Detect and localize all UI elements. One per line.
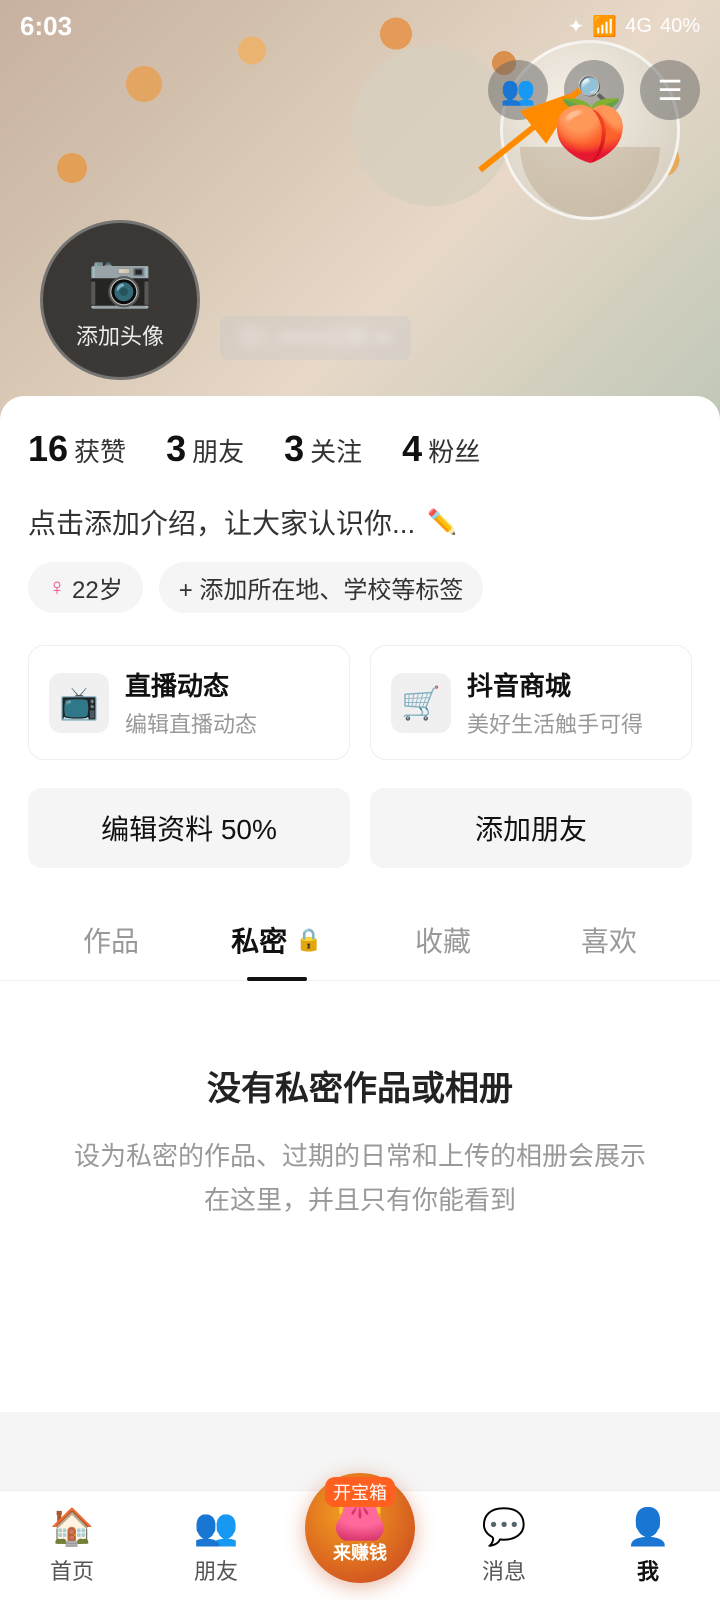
feature-live[interactable]: 📺 直播动态 编辑直播动态 — [28, 645, 350, 760]
followers-label: 粉丝 — [428, 432, 480, 469]
shop-sub: 美好生活触手可得 — [467, 707, 643, 739]
stat-friends[interactable]: 3 朋友 — [166, 428, 244, 470]
avatar-circle[interactable]: 📷 添加头像 — [40, 220, 200, 380]
status-icons: ✦ 📶 4G 40% — [568, 14, 700, 39]
empty-desc: 设为私密的作品、过期的日常和上传的相册会展示在这里，并且只有你能看到 — [68, 1134, 652, 1222]
stat-following[interactable]: 3 关注 — [284, 428, 362, 470]
profile-banner: 🍑 👥 🔍 ☰ 📷 添加头像 ID: ••••••336 •• — [0, 0, 720, 420]
empty-state: 没有私密作品或相册 设为私密的作品、过期的日常和上传的相册会展示在这里，并且只有… — [28, 981, 692, 1282]
username-blur: ID: ••••••336 •• — [240, 324, 391, 351]
features-row: 📺 直播动态 编辑直播动态 🛒 抖音商城 美好生活触手可得 — [28, 645, 692, 760]
friends-count: 3 — [166, 428, 186, 470]
status-time: 6:03 — [20, 11, 72, 42]
live-sub: 编辑直播动态 — [125, 707, 257, 739]
status-bar: 6:03 ✦ 📶 4G 40% — [0, 0, 720, 52]
tab-collections[interactable]: 收藏 — [360, 900, 526, 980]
add-avatar-label: 添加头像 — [76, 319, 164, 351]
tabs-row: 作品 私密 🔒 收藏 喜欢 — [0, 900, 720, 981]
signal-icon: 4G — [625, 15, 652, 38]
tab-private[interactable]: 私密 🔒 — [194, 900, 360, 980]
tags-row: ♀ 22岁 + 添加所在地、学校等标签 — [28, 562, 692, 613]
gender-icon: ♀ — [48, 574, 66, 602]
bottom-nav: 🏠 首页 👥 朋友 开宝箱 👛 来赚钱 💬 消息 👤 我 — [0, 1490, 720, 1600]
followers-count: 4 — [402, 428, 422, 470]
bio-text: 点击添加介绍，让大家认识你... — [28, 502, 415, 542]
age-label: 22岁 — [72, 570, 123, 605]
live-icon: 📺 — [49, 673, 109, 733]
me-icon: 👤 — [626, 1506, 671, 1548]
bluetooth-icon: ✦ — [568, 14, 585, 39]
wifi-icon: 📶 — [592, 14, 617, 39]
stat-followers[interactable]: 4 粉丝 — [402, 428, 480, 470]
following-label: 关注 — [310, 432, 362, 469]
tab-works-label: 作品 — [83, 920, 139, 960]
nav-home-label: 首页 — [50, 1554, 94, 1586]
stat-likes[interactable]: 16 获赞 — [28, 428, 126, 470]
following-count: 3 — [284, 428, 304, 470]
add-tag-btn[interactable]: + 添加所在地、学校等标签 — [159, 562, 484, 613]
nav-me[interactable]: 👤 我 — [576, 1506, 720, 1586]
shop-icon: 🛒 — [391, 673, 451, 733]
likes-count: 16 — [28, 428, 68, 470]
nav-friends-label: 朋友 — [194, 1554, 238, 1586]
friends-label: 朋友 — [192, 432, 244, 469]
open-box-label: 开宝箱 — [325, 1477, 395, 1507]
tab-private-label: 私密 — [231, 920, 287, 960]
nav-messages[interactable]: 💬 消息 — [432, 1506, 576, 1586]
nav-messages-label: 消息 — [482, 1554, 526, 1586]
lock-icon: 🔒 — [295, 927, 322, 953]
gender-age-tag: ♀ 22岁 — [28, 562, 143, 613]
bio-row[interactable]: 点击添加介绍，让大家认识你... ✏️ — [28, 502, 692, 542]
camera-icon: 📷 — [88, 250, 153, 311]
messages-icon: 💬 — [482, 1506, 527, 1548]
shop-title: 抖音商城 — [467, 666, 643, 703]
nav-friends[interactable]: 👥 朋友 — [144, 1506, 288, 1586]
likes-label: 获赞 — [74, 432, 126, 469]
add-friend-btn[interactable]: 添加朋友 — [370, 788, 692, 868]
nav-earn[interactable]: 开宝箱 👛 来赚钱 — [288, 1473, 432, 1583]
menu-icon: ☰ — [657, 74, 682, 107]
avatar-area[interactable]: 📷 添加头像 — [40, 220, 200, 380]
battery-icon: 40% — [660, 15, 700, 38]
action-buttons: 编辑资料 50% 添加朋友 — [28, 788, 692, 868]
stats-row: 16 获赞 3 朋友 3 关注 4 粉丝 — [28, 428, 692, 470]
add-tag-label: + 添加所在地、学校等标签 — [179, 570, 464, 605]
menu-icon-btn[interactable]: ☰ — [640, 60, 700, 120]
tab-collections-label: 收藏 — [415, 920, 471, 960]
edit-bio-icon[interactable]: ✏️ — [427, 508, 457, 537]
shop-info: 抖音商城 美好生活触手可得 — [467, 666, 643, 739]
home-icon: 🏠 — [50, 1506, 95, 1548]
tab-works[interactable]: 作品 — [28, 900, 194, 980]
nav-me-label: 我 — [637, 1554, 659, 1586]
nav-home[interactable]: 🏠 首页 — [0, 1506, 144, 1586]
tab-likes[interactable]: 喜欢 — [526, 900, 692, 980]
friends-icon-btn[interactable]: 👥 — [488, 60, 548, 120]
main-content: 16 获赞 3 朋友 3 关注 4 粉丝 点击添加介绍，让大家认识你... ✏️… — [0, 396, 720, 1412]
tab-likes-label: 喜欢 — [581, 920, 637, 960]
username-area: ID: ••••••336 •• — [220, 316, 411, 360]
live-title: 直播动态 — [125, 666, 257, 703]
earn-label: 来赚钱 — [333, 1539, 387, 1565]
friends-nav-icon: 👥 — [194, 1506, 239, 1548]
feature-shop[interactable]: 🛒 抖音商城 美好生活触手可得 — [370, 645, 692, 760]
empty-title: 没有私密作品或相册 — [68, 1061, 652, 1110]
edit-profile-btn[interactable]: 编辑资料 50% — [28, 788, 350, 868]
live-info: 直播动态 编辑直播动态 — [125, 666, 257, 739]
friends-icon: 👥 — [501, 74, 536, 107]
earn-btn[interactable]: 开宝箱 👛 来赚钱 — [305, 1473, 415, 1583]
